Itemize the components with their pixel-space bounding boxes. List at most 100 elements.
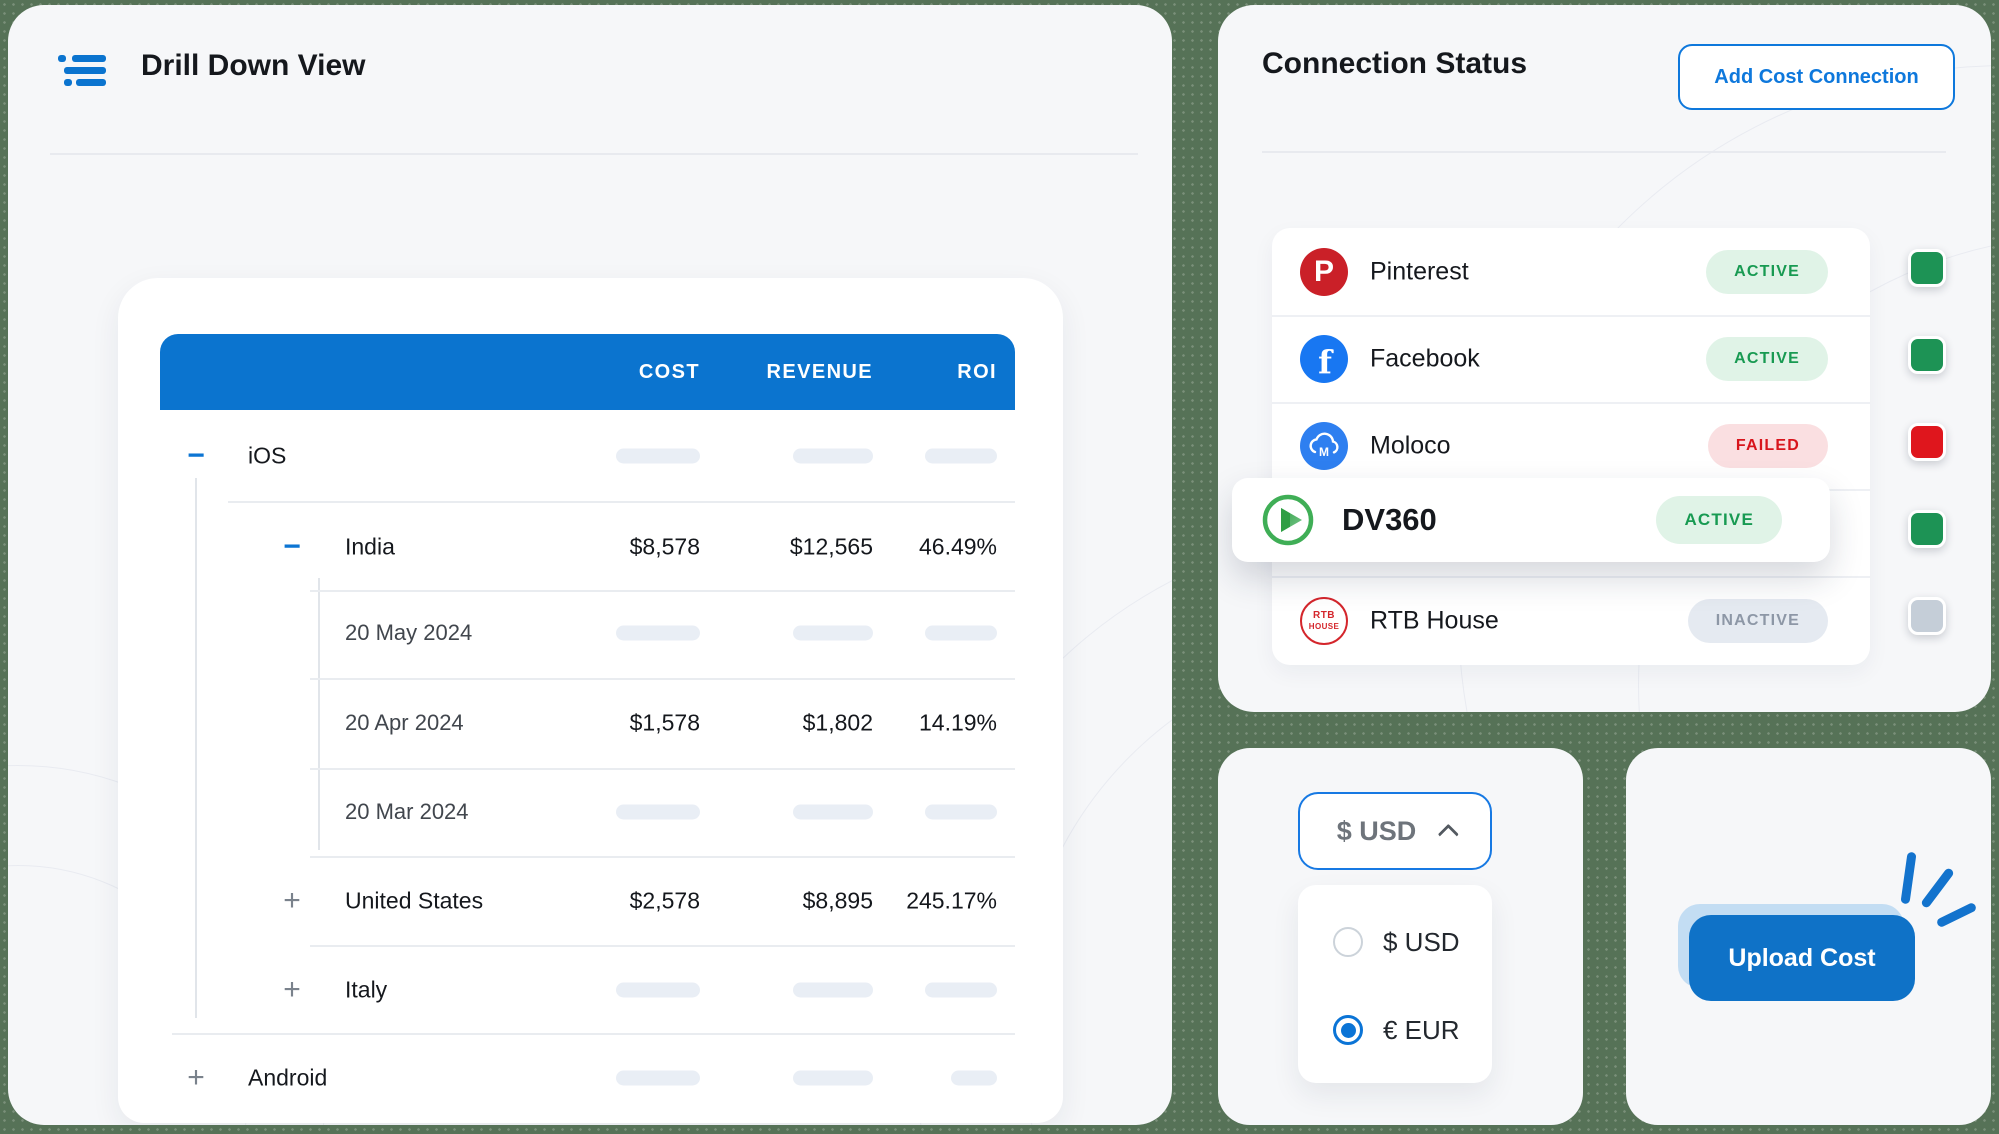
row-label: India bbox=[345, 534, 395, 561]
currency-panel: $ USD $ USD € EUR bbox=[1218, 748, 1583, 1125]
row-label: Android bbox=[248, 1065, 327, 1092]
rtb-line1: RTB bbox=[1313, 611, 1335, 621]
moloco-icon: M bbox=[1300, 422, 1348, 470]
table-row-20-mar: 20 Mar 2024 bbox=[118, 768, 1063, 856]
currency-select-button[interactable]: $ USD bbox=[1298, 792, 1492, 870]
connection-name: Pinterest bbox=[1370, 257, 1469, 286]
currency-option-usd[interactable]: $ USD bbox=[1298, 912, 1492, 972]
value-placeholder bbox=[616, 805, 700, 820]
column-header-revenue: REVENUE bbox=[767, 334, 874, 410]
collapse-toggle[interactable]: − bbox=[277, 532, 307, 562]
header-divider bbox=[1262, 151, 1946, 153]
page-title: Drill Down View bbox=[141, 49, 366, 83]
status-square-dv360[interactable] bbox=[1908, 510, 1946, 548]
rtb-line2: HOUSE bbox=[1309, 623, 1339, 631]
currency-selected-label: $ USD bbox=[1337, 816, 1417, 847]
roi-value: 14.19% bbox=[919, 710, 997, 737]
value-placeholder bbox=[793, 449, 873, 464]
row-label: Italy bbox=[345, 977, 387, 1004]
table-row-20-apr: 20 Apr 2024 $1,578 $1,802 14.19% bbox=[118, 679, 1063, 767]
connection-row-pinterest[interactable]: P Pinterest ACTIVE bbox=[1272, 228, 1870, 315]
expand-toggle[interactable]: + bbox=[181, 1063, 211, 1093]
value-placeholder bbox=[925, 449, 997, 464]
click-spark-icon bbox=[1920, 867, 1955, 909]
connection-name: DV360 bbox=[1342, 502, 1437, 538]
status-badge: ACTIVE bbox=[1656, 496, 1782, 544]
status-badge: INACTIVE bbox=[1688, 599, 1828, 643]
table-row-android: + Android bbox=[118, 1034, 1063, 1122]
currency-dropdown: $ USD € EUR bbox=[1298, 885, 1492, 1083]
status-square-pinterest[interactable] bbox=[1908, 249, 1946, 287]
revenue-value: $8,895 bbox=[803, 888, 873, 915]
status-square-rtb-house[interactable] bbox=[1908, 597, 1946, 635]
rtb-house-icon: RTB HOUSE bbox=[1300, 597, 1348, 645]
value-placeholder bbox=[793, 626, 873, 641]
cost-value: $8,578 bbox=[630, 534, 700, 561]
chevron-up-icon bbox=[1438, 823, 1459, 844]
value-placeholder bbox=[951, 1071, 997, 1086]
expand-toggle[interactable]: + bbox=[277, 886, 307, 916]
connection-name: Moloco bbox=[1370, 431, 1451, 460]
column-header-cost: COST bbox=[639, 334, 700, 410]
column-header-roi: ROI bbox=[957, 334, 997, 410]
status-square-facebook[interactable] bbox=[1908, 336, 1946, 374]
connection-row-dv360[interactable]: DV360 ACTIVE bbox=[1232, 478, 1830, 562]
status-badge: ACTIVE bbox=[1706, 337, 1828, 381]
row-label: United States bbox=[345, 888, 483, 915]
connection-row-rtb-house[interactable]: RTB HOUSE RTB House INACTIVE bbox=[1272, 576, 1870, 665]
radio-selected-icon[interactable] bbox=[1333, 1015, 1363, 1045]
upload-cost-button[interactable]: Upload Cost bbox=[1689, 915, 1915, 1001]
cost-value: $1,578 bbox=[630, 710, 700, 737]
add-cost-connection-button[interactable]: Add Cost Connection bbox=[1678, 44, 1955, 110]
cost-value: $2,578 bbox=[630, 888, 700, 915]
connection-name: Facebook bbox=[1370, 344, 1480, 373]
value-placeholder bbox=[616, 983, 700, 998]
connection-list: P Pinterest ACTIVE f Facebook ACTIVE M bbox=[1272, 228, 1870, 665]
row-label: 20 Mar 2024 bbox=[345, 799, 469, 825]
click-spark-icon bbox=[1936, 902, 1978, 929]
panel-title: Connection Status bbox=[1262, 47, 1527, 81]
value-placeholder bbox=[616, 1071, 700, 1086]
radio-unselected-icon[interactable] bbox=[1333, 927, 1363, 957]
pinterest-letter: P bbox=[1314, 255, 1334, 289]
row-label: iOS bbox=[248, 443, 286, 470]
roi-value: 46.49% bbox=[919, 534, 997, 561]
connection-row-moloco[interactable]: M Moloco FAILED bbox=[1272, 402, 1870, 489]
drill-down-panel: Drill Down View COST REVENUE ROI − iOS bbox=[8, 5, 1172, 1125]
table-row-united-states: + United States $2,578 $8,895 245.17% bbox=[118, 857, 1063, 945]
table-row-italy: + Italy bbox=[118, 946, 1063, 1034]
table-row-india: − India $8,578 $12,565 46.49% bbox=[118, 503, 1063, 591]
app-canvas: Drill Down View COST REVENUE ROI − iOS bbox=[0, 0, 1999, 1134]
row-label: 20 May 2024 bbox=[345, 620, 472, 646]
value-placeholder bbox=[925, 983, 997, 998]
facebook-letter: f bbox=[1318, 343, 1332, 381]
connection-row-facebook[interactable]: f Facebook ACTIVE bbox=[1272, 315, 1870, 402]
value-placeholder bbox=[925, 805, 997, 820]
upload-cost-panel: Upload Cost bbox=[1626, 748, 1991, 1125]
revenue-value: $12,565 bbox=[790, 534, 873, 561]
status-badge: FAILED bbox=[1708, 424, 1828, 468]
drill-table-card: COST REVENUE ROI − iOS − India $8,578 bbox=[118, 278, 1063, 1123]
status-badge: ACTIVE bbox=[1706, 250, 1828, 294]
value-placeholder bbox=[616, 449, 700, 464]
expand-toggle[interactable]: + bbox=[277, 975, 307, 1005]
value-placeholder bbox=[925, 626, 997, 641]
value-placeholder bbox=[793, 983, 873, 998]
status-square-moloco[interactable] bbox=[1908, 423, 1946, 461]
svg-text:M: M bbox=[1319, 445, 1329, 459]
value-placeholder bbox=[793, 805, 873, 820]
drill-down-icon bbox=[58, 55, 106, 87]
header-divider bbox=[50, 153, 1138, 155]
currency-option-eur[interactable]: € EUR bbox=[1298, 1000, 1492, 1060]
table-row-ios: − iOS bbox=[118, 412, 1063, 500]
facebook-icon: f bbox=[1300, 335, 1348, 383]
table-header-bar: COST REVENUE ROI bbox=[160, 334, 1015, 410]
row-label: 20 Apr 2024 bbox=[345, 710, 464, 736]
collapse-toggle[interactable]: − bbox=[181, 441, 211, 471]
pinterest-icon: P bbox=[1300, 248, 1348, 296]
connection-name: RTB House bbox=[1370, 606, 1499, 635]
table-row-20-may: 20 May 2024 bbox=[118, 589, 1063, 677]
currency-option-label: € EUR bbox=[1383, 1015, 1460, 1046]
currency-option-label: $ USD bbox=[1383, 927, 1460, 958]
click-spark-icon bbox=[1900, 852, 1916, 905]
